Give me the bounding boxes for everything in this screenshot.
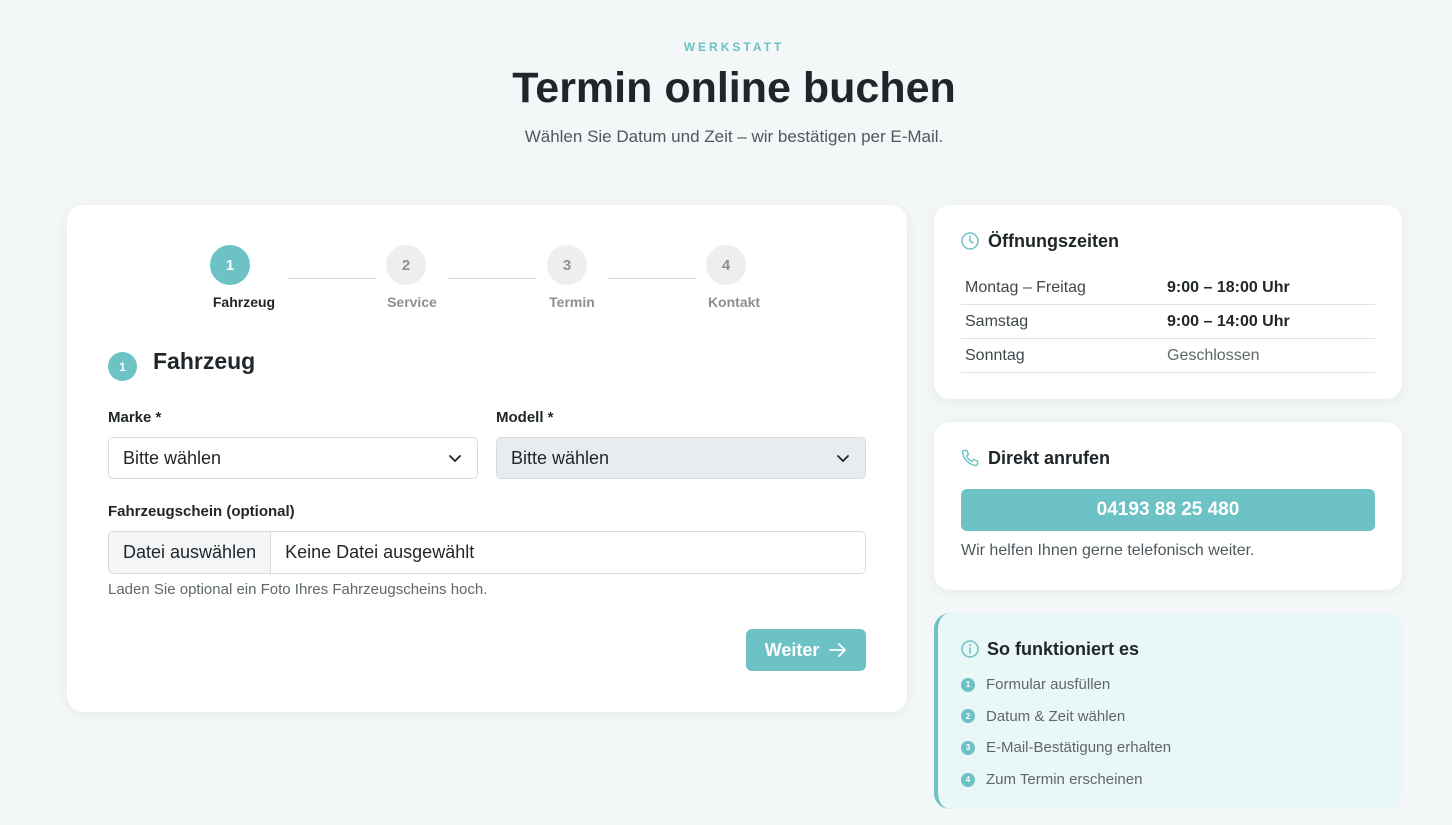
hours-time: 9:00 – 18:00 Uhr <box>1167 278 1290 296</box>
how-it-works-list: 1 Formular ausfüllen 2 Datum & Zeit wähl… <box>961 669 1171 795</box>
section-number-badge: 1 <box>108 352 137 381</box>
step-2-label: Service <box>387 294 437 310</box>
step-2-circle[interactable]: 2 <box>386 245 426 285</box>
section-title: Fahrzeug <box>153 348 256 374</box>
page-subtitle: Wählen Sie Datum und Zeit – wir bestätig… <box>524 127 944 146</box>
file-input[interactable]: Datei auswählen Keine Datei ausgewählt <box>108 531 866 574</box>
chevron-down-icon <box>449 455 461 462</box>
list-text: Zum Termin erscheinen <box>986 771 1143 789</box>
hours-day: Samstag <box>965 312 1029 330</box>
hours-day: Sonntag <box>965 346 1025 364</box>
how-it-works-card: So funktioniert es 1 Formular ausfüllen … <box>934 613 1402 809</box>
list-number: 2 <box>961 709 975 724</box>
file-label: Fahrzeugschein (optional) <box>108 503 295 520</box>
list-text: E-Mail-Bestätigung erhalten <box>986 739 1172 757</box>
opening-hours-table: Montag – Freitag 9:00 – 18:00 Uhr Samsta… <box>961 271 1375 373</box>
next-button-label: Weiter <box>764 639 820 660</box>
step-connector <box>288 278 377 279</box>
list-text: Formular ausfüllen <box>986 676 1111 694</box>
list-number: 1 <box>961 677 975 692</box>
table-row: Montag – Freitag 9:00 – 18:00 Uhr <box>961 271 1375 305</box>
model-select[interactable]: Bitte wählen <box>496 437 866 479</box>
opening-hours-card: Öffnungszeiten Montag – Freitag 9:00 – 1… <box>934 205 1402 399</box>
step-3-circle[interactable]: 3 <box>547 245 587 285</box>
step-4-label: Kontakt <box>707 294 761 310</box>
chevron-down-icon <box>837 455 849 462</box>
brand-select[interactable]: Bitte wählen <box>108 437 478 479</box>
next-button[interactable]: Weiter <box>746 629 866 671</box>
list-item: 3 E-Mail-Bestätigung erhalten <box>961 732 1171 764</box>
table-row: Sonntag Geschlossen <box>961 339 1375 373</box>
step-1-circle[interactable]: 1 <box>210 245 250 285</box>
how-it-works-title: So funktioniert es <box>987 639 1140 659</box>
step-connector <box>607 278 696 279</box>
clock-icon <box>961 232 979 250</box>
arrow-right-icon <box>829 643 847 657</box>
phone-button[interactable]: 04193 88 25 480 <box>961 489 1375 531</box>
brand-select-value: Bitte wählen <box>123 447 222 468</box>
list-number: 4 <box>961 772 975 787</box>
choose-file-button[interactable]: Datei auswählen <box>109 532 272 573</box>
list-item: 1 Formular ausfüllen <box>961 669 1171 701</box>
model-select-value: Bitte wählen <box>511 447 610 468</box>
hours-time: Geschlossen <box>1167 346 1260 364</box>
list-item: 2 Datum & Zeit wählen <box>961 701 1171 733</box>
step-1-label: Fahrzeug <box>212 294 276 310</box>
hours-time: 9:00 – 14:00 Uhr <box>1167 312 1290 330</box>
list-text: Datum & Zeit wählen <box>986 707 1126 725</box>
booking-form-card: 1 Fahrzeug 2 Service 3 Termin 4 Kontakt … <box>67 205 907 712</box>
model-label: Modell * <box>496 409 554 426</box>
call-title: Direkt anrufen <box>988 448 1111 468</box>
call-note: Wir helfen Ihnen gerne telefonisch weite… <box>961 542 1255 559</box>
list-item: 4 Zum Termin erscheinen <box>961 764 1171 796</box>
step-4-circle[interactable]: 4 <box>706 245 746 285</box>
info-icon <box>961 640 979 658</box>
page-title: Termin online buchen <box>512 64 956 112</box>
phone-icon <box>961 449 979 467</box>
file-hint: Laden Sie optional ein Foto Ihres Fahrze… <box>108 581 488 598</box>
list-number: 3 <box>961 740 975 755</box>
brand-label: Marke * <box>108 409 162 426</box>
table-row: Samstag 9:00 – 14:00 Uhr <box>961 305 1375 339</box>
call-card: Direkt anrufen 04193 88 25 480 Wir helfe… <box>934 422 1402 590</box>
step-connector <box>448 278 537 279</box>
step-3-label: Termin <box>549 294 595 310</box>
page-eyebrow: WERKSTATT <box>683 40 785 54</box>
opening-hours-title: Öffnungszeiten <box>988 231 1119 251</box>
file-status: Keine Datei ausgewählt <box>285 542 475 562</box>
hours-day: Montag – Freitag <box>965 278 1086 296</box>
